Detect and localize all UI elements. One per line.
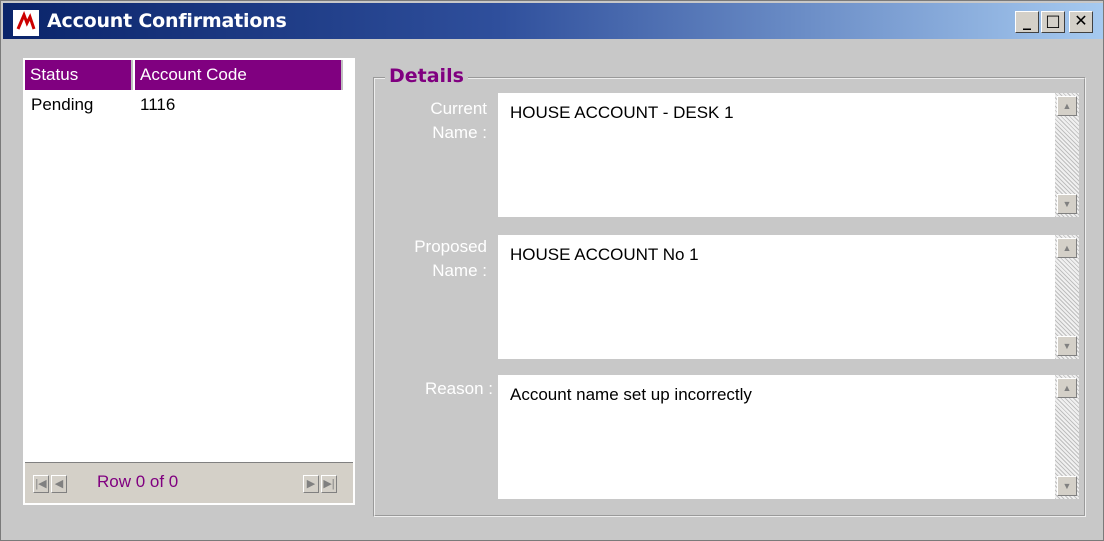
scroll-down-icon[interactable]: ▼ [1057,476,1077,496]
reason-field[interactable]: Account name set up incorrectly ▲ ▼ [498,375,1079,499]
app-logo-icon [13,10,39,36]
details-title: Details [385,65,468,87]
last-record-icon[interactable]: ▶| [321,475,337,493]
column-header-account-code[interactable]: Account Code [135,60,343,90]
scroll-down-icon[interactable]: ▼ [1057,194,1077,214]
row-counter: Row 0 of 0 [97,472,179,491]
window-title: Account Confirmations [47,10,287,32]
minimize-icon[interactable]: _ [1015,11,1039,33]
proposed-name-value: HOUSE ACCOUNT No 1 [510,245,699,264]
proposed-name-label: Proposed Name : [414,237,487,280]
title-bar[interactable]: Account Confirmations _ □ ✕ [3,3,1103,39]
confirmations-list[interactable]: Status Account Code Pending 1116 |◀ ◀ Ro… [23,58,355,505]
close-icon[interactable]: ✕ [1069,11,1093,33]
current-name-scrollbar[interactable]: ▲ ▼ [1055,93,1079,217]
current-name-label: Current Name : [430,99,487,142]
reason-scrollbar[interactable]: ▲ ▼ [1055,375,1079,499]
scroll-up-icon[interactable]: ▲ [1057,96,1077,116]
table-cell-status[interactable]: Pending [31,95,93,115]
reason-value: Account name set up incorrectly [510,385,752,404]
scroll-up-icon[interactable]: ▲ [1057,238,1077,258]
next-record-icon[interactable]: ▶ [303,475,319,493]
record-navigator: |◀ ◀ Row 0 of 0 ▶ ▶| [25,462,353,503]
account-confirmations-window: Account Confirmations _ □ ✕ Status Accou… [0,0,1104,541]
current-name-field[interactable]: HOUSE ACCOUNT - DESK 1 ▲ ▼ [498,93,1079,217]
proposed-name-field[interactable]: HOUSE ACCOUNT No 1 ▲ ▼ [498,235,1079,359]
table-cell-account-code[interactable]: 1116 [140,95,175,115]
scroll-up-icon[interactable]: ▲ [1057,378,1077,398]
first-record-icon[interactable]: |◀ [33,475,49,493]
scroll-down-icon[interactable]: ▼ [1057,336,1077,356]
proposed-name-scrollbar[interactable]: ▲ ▼ [1055,235,1079,359]
column-header-status[interactable]: Status [25,60,133,90]
current-name-value: HOUSE ACCOUNT - DESK 1 [510,103,734,122]
previous-record-icon[interactable]: ◀ [51,475,67,493]
maximize-icon[interactable]: □ [1041,11,1065,33]
reason-label: Reason : [424,379,493,398]
